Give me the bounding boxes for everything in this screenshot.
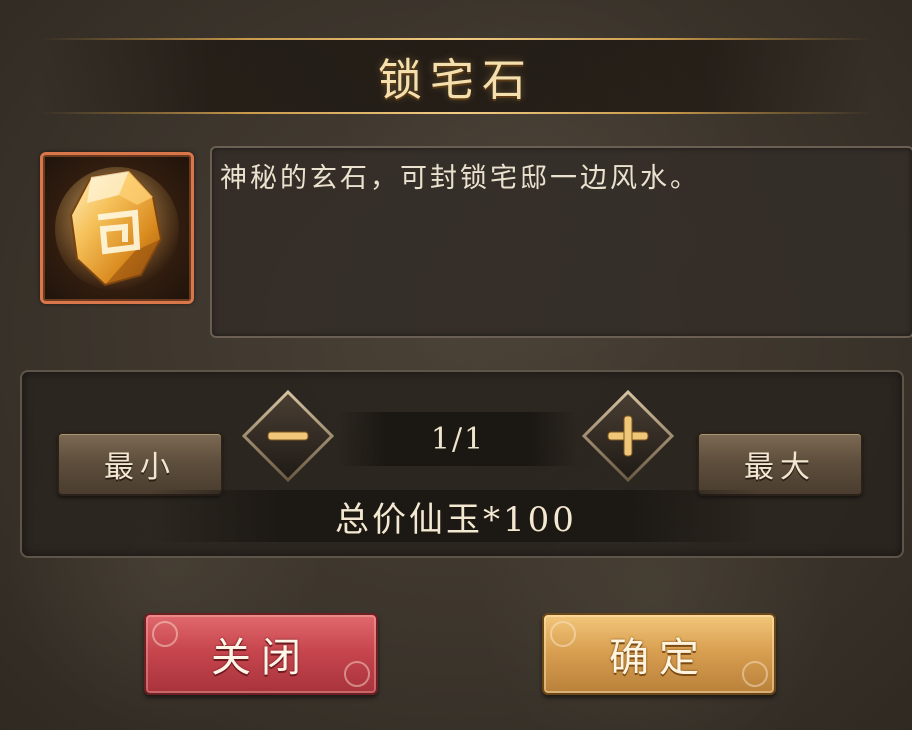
- minus-icon: [241, 389, 335, 483]
- max-quantity-label: 最大: [744, 450, 816, 485]
- close-button-label: 关闭: [211, 635, 311, 681]
- decrease-button[interactable]: [241, 389, 335, 483]
- corner-ornament: [742, 661, 768, 687]
- amber-stone-icon: [55, 167, 179, 291]
- quantity-value: 1/1: [430, 421, 486, 457]
- max-quantity-button[interactable]: 最大: [697, 432, 863, 496]
- quantity-display: 1/1: [338, 412, 578, 466]
- close-button[interactable]: 关闭: [144, 613, 378, 695]
- total-price-bar: 总价仙玉*100: [150, 490, 762, 542]
- min-quantity-button[interactable]: 最小: [57, 432, 223, 496]
- increase-button[interactable]: [581, 389, 675, 483]
- plus-icon: [581, 389, 675, 483]
- purchase-dialog: 锁宅石 神秘的玄石，可封锁宅邸一边风水。 最小 1/1 最大 总价仙玉*100 …: [0, 0, 912, 730]
- dialog-title: 锁宅石: [378, 55, 534, 106]
- corner-ornament: [152, 621, 178, 647]
- title-divider-bottom: [40, 112, 872, 114]
- confirm-button-label: 确定: [609, 635, 709, 681]
- corner-ornament: [344, 661, 370, 687]
- confirm-button[interactable]: 确定: [542, 613, 776, 695]
- item-icon-frame: [40, 152, 194, 304]
- total-price: 总价仙玉*100: [335, 499, 577, 540]
- min-quantity-label: 最小: [104, 450, 176, 485]
- item-description: 神秘的玄石，可封锁宅邸一边风水。: [220, 163, 700, 194]
- description-box: 神秘的玄石，可封锁宅邸一边风水。: [210, 146, 912, 338]
- title-bar: 锁宅石: [40, 38, 872, 114]
- corner-ornament: [550, 621, 576, 647]
